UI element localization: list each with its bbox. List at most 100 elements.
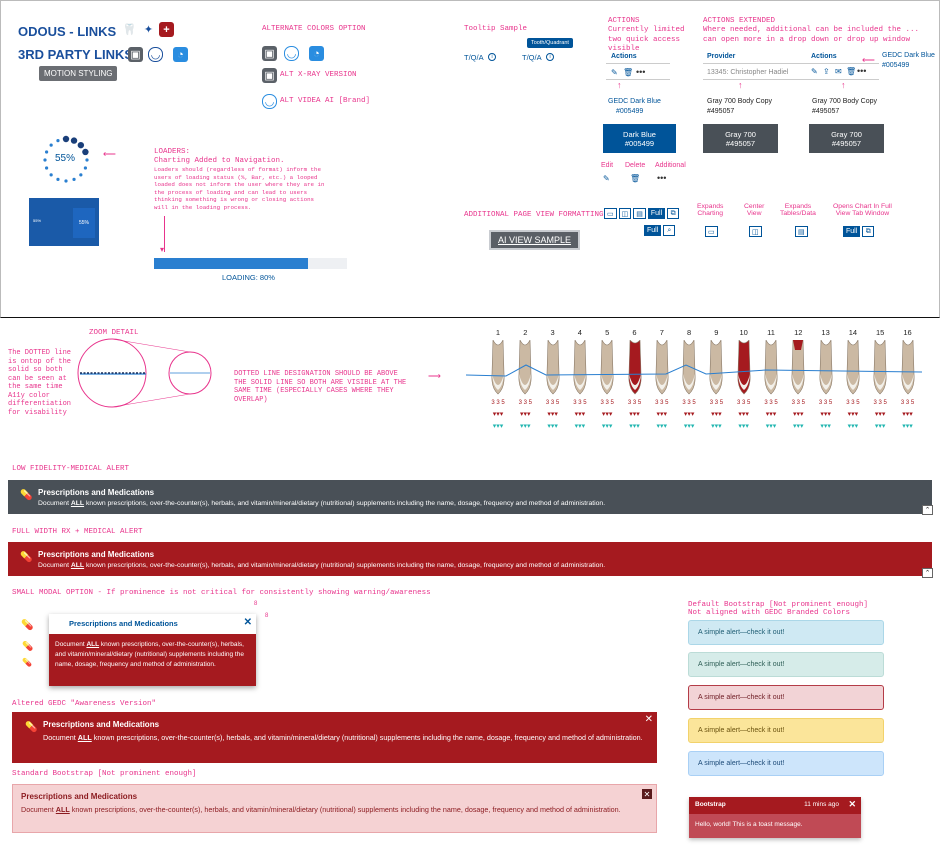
trash-action-icon[interactable]: 🗑	[846, 67, 856, 76]
bleeding-drop-icon: ▾▾▾	[738, 411, 749, 418]
expand-charting-icon[interactable]: ▭	[705, 226, 718, 237]
tooth-pocket-depths: 3 3 5	[682, 400, 696, 406]
tooth-number[interactable]: 5	[599, 328, 615, 337]
expand-charting-toggle[interactable]: ▭	[604, 208, 617, 219]
edit-action-icon[interactable]: ✎	[611, 68, 618, 77]
altered-gedc-alert: 💊 Prescriptions and Medications Document…	[12, 712, 657, 763]
pill-link-icon[interactable]: ✦	[141, 22, 156, 37]
medical-cross-icon[interactable]: +	[159, 22, 174, 37]
expands-charting-label: Expands Charting	[697, 203, 724, 217]
videa-alt-icon[interactable]: ◡	[284, 46, 299, 61]
bleeding-drop-icon: ▾▾▾	[874, 411, 886, 418]
mail-action-icon[interactable]: ✉	[835, 67, 842, 76]
tooth-number[interactable]: 3	[545, 328, 561, 337]
edit-label: Edit	[601, 162, 614, 169]
bleeding-drop-icon: ▾▾▾	[683, 411, 695, 418]
tooth-number[interactable]: 7	[654, 328, 670, 337]
tooth-number[interactable]: 4	[572, 328, 588, 337]
loader-dot	[77, 141, 85, 149]
close-icon[interactable]: ✕	[244, 617, 252, 628]
tooth-number[interactable]: 10	[736, 328, 752, 337]
pills-icon[interactable]: 💊	[21, 620, 33, 631]
tooth-number[interactable]: 13	[818, 328, 834, 337]
swatch-name: Gray 700	[725, 129, 756, 139]
view-toggle-group-2: Full ⌕	[644, 225, 676, 236]
edit-action-icon[interactable]: ✎	[811, 67, 818, 76]
gray-copy-hex: #495057	[707, 108, 735, 115]
expand-tables-icon[interactable]: ▤	[795, 226, 808, 237]
full-view-button[interactable]: Full	[843, 226, 861, 237]
open-tab-icon[interactable]: ⧉	[667, 208, 680, 219]
tooth-number[interactable]: 2	[517, 328, 533, 337]
tooth-number[interactable]: 1	[490, 328, 506, 337]
left-arrow-icon: ⟵	[862, 55, 875, 65]
additional-page-view-label: ADDITIONAL PAGE VIEW FORMATTING	[464, 211, 604, 219]
share-action-icon[interactable]: ⇪	[823, 67, 830, 76]
bleeding-drop-icon: ▾▾▾	[847, 411, 859, 418]
center-view-icon[interactable]: ◫	[749, 226, 762, 237]
down-arrow-icon: ▾	[160, 245, 165, 254]
more-action-icon[interactable]: •••	[857, 66, 866, 76]
close-icon[interactable]: ✕	[848, 799, 856, 810]
close-icon[interactable]: ✕	[645, 714, 653, 725]
trash-icon[interactable]: 🗑	[630, 174, 640, 183]
videa-tooth-icon[interactable]: ◡	[148, 47, 163, 62]
chevron-up-icon[interactable]: ⌃	[922, 568, 933, 578]
chevron-up-icon[interactable]: ⌃	[922, 505, 933, 515]
motion-styling-badge[interactable]: MOTION STYLING	[39, 66, 118, 81]
pills-icon[interactable]: 💊	[22, 641, 33, 652]
toast-time: 11 mins ago	[804, 801, 839, 808]
info-icon[interactable]: i	[488, 53, 496, 61]
up-arrow-icon: ↑	[617, 80, 622, 90]
expand-tables-toggle[interactable]: ▤	[633, 208, 646, 219]
dark-blue-swatch: Dark Blue #005499	[603, 124, 676, 153]
xray-app-icon[interactable]: ▣	[128, 47, 143, 62]
videa-brand-icon[interactable]: ◡	[262, 94, 277, 109]
gray-copy-hex-2: #495057	[812, 108, 840, 115]
xray-version-icon[interactable]: ▣	[262, 68, 277, 83]
open-tab-icon[interactable]: ⧉	[862, 226, 875, 237]
center-view-toggle[interactable]: ◫	[618, 208, 632, 219]
xray-alt-icon[interactable]: ▣	[262, 46, 277, 61]
divider	[703, 63, 879, 64]
search-icon[interactable]: ⌕	[663, 225, 676, 236]
suppuration-drop-icon: ▾▾▾	[874, 423, 886, 430]
info-icon[interactable]: i	[546, 53, 554, 61]
browser-alt-icon[interactable]: ◔	[309, 46, 324, 61]
tooth-number[interactable]: 8	[681, 328, 697, 337]
bleeding-drop-icon: ▾▾▾	[793, 411, 804, 418]
tqa-label-1[interactable]: T/Q/A	[464, 53, 484, 62]
alternate-colors-label: ALTERNATE COLORS OPTION	[262, 25, 366, 33]
pills-icon[interactable]: 💊	[22, 658, 32, 667]
alert-title: Prescriptions and Medications	[43, 720, 160, 729]
tooth-link-icon[interactable]: 🦷	[122, 22, 137, 37]
edit-icon[interactable]: ✎	[603, 174, 610, 183]
actions-header: Actions	[611, 53, 637, 60]
tooth-number[interactable]: 12	[790, 328, 806, 337]
more-icon[interactable]: •••	[657, 173, 666, 183]
tooth-pocket-depths: 3 3 5	[873, 400, 887, 406]
tooth-number[interactable]: 15	[872, 328, 888, 337]
more-action-icon[interactable]: •••	[636, 67, 645, 77]
tooth-pocket-depths: 3 3 5	[491, 400, 505, 406]
close-icon[interactable]: ✕	[642, 789, 652, 799]
swatch-hex: #005499	[624, 138, 655, 148]
ai-view-sample-button[interactable]: AI VIEW SAMPLE	[489, 230, 580, 250]
loader-dot	[72, 177, 76, 182]
full-view-button[interactable]: Full	[644, 225, 662, 236]
mini-loader-card: 55% 55%	[29, 198, 99, 246]
suppuration-drop-icon: ▾▾▾	[601, 423, 613, 430]
trash-action-icon[interactable]: 🗑	[623, 68, 633, 77]
tooth-number[interactable]: 11	[763, 328, 779, 337]
full-view-button[interactable]: Full	[647, 208, 666, 219]
alert-title: Prescriptions and Medications	[38, 550, 155, 559]
tooth-number[interactable]: 9	[708, 328, 724, 337]
tooth-number[interactable]: 6	[627, 328, 643, 337]
browser-app-icon[interactable]: ◔	[173, 47, 188, 62]
standard-bootstrap-alert: Prescriptions and Medications Document A…	[12, 784, 657, 833]
gedc-hex: #005499	[616, 108, 644, 115]
tooth-number[interactable]: 14	[845, 328, 861, 337]
tooth-number[interactable]: 16	[900, 328, 916, 337]
tqa-label-2[interactable]: T/Q/A	[522, 53, 542, 62]
loader-dot	[44, 166, 49, 170]
